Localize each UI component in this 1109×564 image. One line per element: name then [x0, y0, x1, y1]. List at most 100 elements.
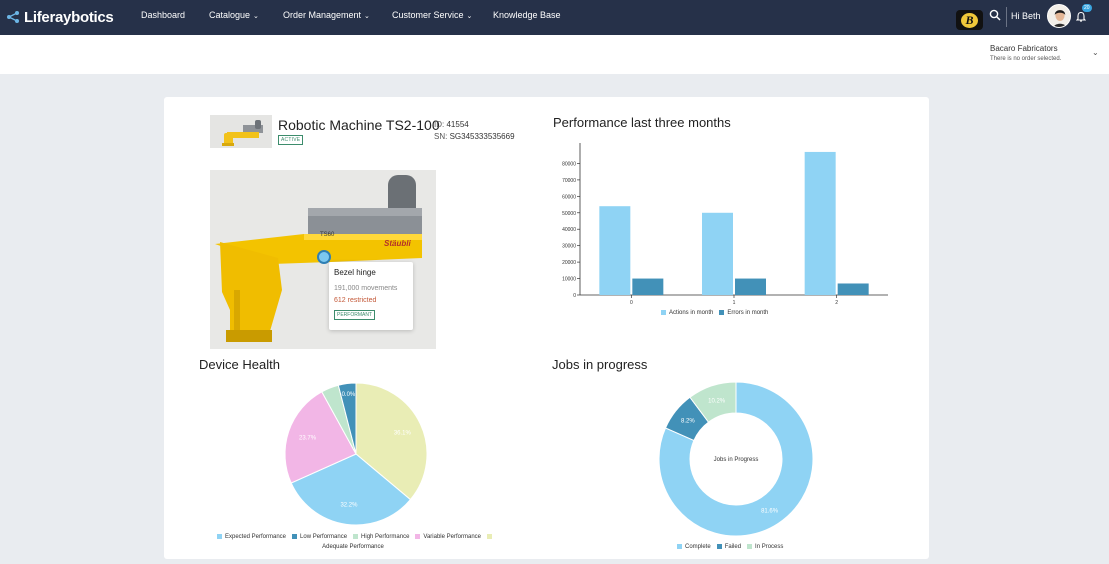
svg-text:TS60: TS60	[320, 232, 335, 238]
nav-item-label: Catalogue	[209, 10, 251, 20]
y-tick-label: 70000	[562, 178, 576, 184]
product-sn-value: SG345333535669	[449, 132, 515, 141]
y-tick-label: 0	[573, 293, 576, 299]
legend-label: Actions in month	[669, 310, 714, 317]
donut-center-label: Jobs in Progress	[714, 457, 759, 463]
pie-label-expected-performance: 32.2%	[340, 503, 358, 509]
company-logo-letter: B	[961, 12, 978, 28]
account-bar	[0, 35, 1109, 74]
legend-label: Low Performance	[300, 534, 348, 540]
jobs-title: Jobs in progress	[552, 357, 648, 372]
legend-item-complete[interactable]: Complete	[677, 544, 711, 550]
jobs-legend: Complete Failed In Process	[677, 544, 789, 550]
robot-thumbnail-image	[210, 115, 272, 148]
performance-legend: Actions in month Errors in month	[661, 310, 774, 316]
notification-badge: 20	[1082, 4, 1092, 12]
pie-label-variable-performance: 23.7%	[299, 436, 317, 442]
y-tick-label: 60000	[562, 194, 576, 200]
nav-item-order-management[interactable]: Order Management ⌄	[283, 10, 370, 20]
company-name[interactable]: Bacaro Fabricators	[990, 44, 1058, 53]
legend-swatch	[487, 533, 492, 539]
search-icon	[989, 9, 1001, 21]
tooltip-restricted: 612 restricted	[334, 297, 377, 304]
product-serial-number: SN: SG345333535669	[434, 132, 515, 141]
y-tick-label: 20000	[562, 260, 576, 266]
device-health-pie-chart: 36.1% 32.2% 23.7% 0.0%	[284, 382, 428, 526]
x-tick-label: 1	[733, 300, 736, 306]
legend-swatch	[677, 544, 682, 549]
svg-text:Stäubli: Stäubli	[384, 239, 411, 248]
nav-item-customer-service[interactable]: Customer Service ⌄	[392, 10, 472, 20]
product-id: ID: 41554	[434, 120, 469, 129]
top-navbar: Liferaybotics Dashboard Catalogue ⌄ Order…	[0, 0, 1109, 35]
order-status-text: There is no order selected.	[990, 56, 1062, 62]
app-logo[interactable]: Liferaybotics	[6, 7, 114, 27]
donut-label-complete: 81.6%	[761, 509, 779, 515]
bar-actions-in-month-2	[804, 151, 836, 295]
search-button[interactable]	[989, 8, 1001, 26]
legend-swatch	[292, 533, 298, 539]
chevron-down-icon: ⌄	[364, 13, 370, 20]
legend-item-expected-performance[interactable]: Expected Performance	[216, 533, 286, 540]
nav-item-dashboard[interactable]: Dashboard	[141, 10, 185, 20]
legend-item-errors-in-month[interactable]: Errors in month	[719, 310, 768, 316]
legend-item-high-performance[interactable]: High Performance	[353, 533, 410, 540]
donut-label-in-process: 10.2%	[708, 399, 726, 405]
user-greeting: Hi Beth	[1011, 11, 1041, 21]
legend-swatch	[661, 310, 666, 315]
device-health-legend: Expected Performance Low Performance High …	[206, 532, 506, 552]
legend-swatch	[747, 544, 753, 549]
x-tick-label: 2	[835, 300, 838, 306]
product-id-value: 41554	[446, 120, 469, 129]
tooltip-movements: 191,000 movements	[334, 285, 398, 292]
y-tick-label: 50000	[562, 211, 576, 217]
bar-actions-in-month-0	[599, 206, 631, 295]
legend-swatch	[216, 533, 222, 539]
legend-label: Complete	[685, 544, 711, 551]
pie-label-low-performance: 0.0%	[342, 392, 356, 398]
legend-swatch	[716, 544, 722, 549]
product-sn-label: SN:	[434, 132, 448, 141]
legend-item-low-performance[interactable]: Low Performance	[292, 533, 348, 540]
performance-bar-chart: 0 10000 20000 30000 40000 50000 60000 70000 8000…	[562, 143, 888, 306]
company-logo: B	[956, 10, 983, 30]
legend-label: Variable Performance	[423, 534, 481, 540]
y-tick-label: 10000	[562, 277, 576, 283]
bar-errors-in-month-2	[837, 283, 869, 295]
nav-item-catalogue[interactable]: Catalogue ⌄	[209, 10, 259, 20]
tooltip-title: Bezel hinge	[334, 268, 376, 277]
legend-item-variable-performance[interactable]: Variable Performance	[415, 533, 481, 540]
y-tick-label: 80000	[562, 161, 576, 167]
nav-item-knowledge-base[interactable]: Knowledge Base	[493, 10, 561, 20]
performance-title: Performance last three months	[553, 115, 731, 130]
nav-item-label: Dashboard	[141, 10, 186, 20]
legend-label: Adequate Performance	[322, 544, 384, 550]
pie-label-adequate-performance: 36.1%	[394, 430, 412, 436]
nav-item-label: Knowledge Base	[493, 10, 561, 20]
logo-icon	[7, 11, 19, 23]
legend-label: High Performance	[361, 534, 410, 540]
bar-errors-in-month-1	[735, 278, 766, 295]
legend-label: Failed	[724, 544, 742, 551]
legend-swatch	[415, 533, 421, 539]
jobs-donut-chart: 81.6% 8.2% 10.2% Jobs in Progress	[658, 381, 814, 537]
chevron-down-icon[interactable]: ⌄	[1092, 48, 1099, 57]
legend-swatch	[353, 533, 359, 539]
nav-item-label: Order Management	[283, 10, 362, 20]
status-badge: ACTIVE	[278, 135, 304, 145]
legend-label: Errors in month	[727, 310, 769, 317]
x-tick-label: 0	[630, 300, 633, 306]
tooltip-badge: PERFORMANT	[334, 310, 375, 320]
user-avatar[interactable]	[1047, 4, 1071, 28]
legend-item-in-process[interactable]: In Process	[747, 544, 783, 550]
product-thumbnail	[210, 115, 272, 148]
nav-item-label: Customer Service	[392, 10, 464, 20]
bell-icon	[1075, 11, 1087, 22]
device-health-title: Device Health	[199, 357, 280, 372]
app-name: Liferaybotics	[24, 8, 114, 26]
bar-actions-in-month-1	[702, 212, 733, 295]
nav-divider	[1006, 7, 1007, 27]
legend-item-actions-in-month[interactable]: Actions in month	[661, 310, 713, 316]
legend-label: In Process	[755, 544, 784, 551]
legend-item-failed[interactable]: Failed	[716, 544, 742, 551]
